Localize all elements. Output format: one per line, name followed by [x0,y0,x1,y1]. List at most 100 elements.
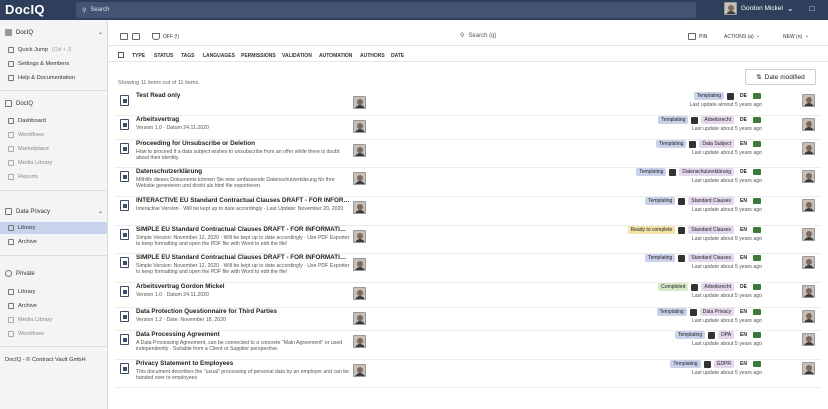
content-search-input[interactable]: ⚲ Search (q) [460,32,497,40]
list-item[interactable]: INTERACTIVE EU Standard Contractual Clau… [115,197,821,226]
document-title[interactable]: Privacy Statement to Employees [136,360,233,367]
edit-icon[interactable] [678,197,686,205]
document-title[interactable]: Proceeding for Unsubscribe or Deletion [136,140,255,147]
sidebar-item-dashboard[interactable]: Dashboard [8,118,104,124]
filter-type[interactable]: TYPE [132,53,145,59]
status-badge[interactable]: Templating [656,140,687,148]
status-badge[interactable]: Templating [693,92,725,100]
sidebar-item-private-media[interactable]: Media Library [8,317,104,323]
document-icon [120,119,129,130]
edit-icon[interactable] [678,254,686,262]
sort-button[interactable]: ⇅ Date modified [745,69,816,85]
status-badge[interactable]: Templating [656,308,687,316]
status-badge[interactable]: Datenschutzerklärung [679,168,735,176]
app-logo[interactable]: DocIQ [5,2,45,17]
status-badge[interactable]: GDPR [713,360,735,368]
list-view-icon[interactable] [120,33,128,40]
status-badge[interactable]: Arbeitsrecht [701,283,735,291]
list-item[interactable]: SIMPLE EU Standard Contractual Clauses D… [115,254,821,283]
list-item[interactable]: Arbeitsvertrag Gordon Mickel Version 1.0 … [115,283,821,308]
document-title[interactable]: Data Protection Questionnaire for Third … [136,308,277,315]
new-button[interactable]: NEW (n) [783,34,802,40]
section-data-privacy[interactable]: Data Privacy ⌄ [5,208,103,215]
document-description: Interactive Version · Will be kept up to… [136,206,344,212]
document-title[interactable]: Arbeitsvertrag Gordon Mickel [136,283,225,290]
filter-date[interactable]: DATE [391,53,404,59]
list-item[interactable]: Datenschutzerklärung Mithilfe dieses Doku… [115,168,821,197]
edit-icon[interactable] [678,226,686,234]
edit-icon[interactable] [689,140,697,148]
sidebar-item-private-library[interactable]: Library [8,289,104,295]
list-item[interactable]: Test Read only Templating DE Last update al… [115,92,821,116]
status-badge[interactable]: Completed [658,283,689,291]
sidebar-item-library[interactable]: Library [0,222,107,234]
actions-button[interactable]: ACTIONS (a) [724,34,754,40]
list-item[interactable]: Privacy Statement to Employees This docum… [115,360,821,388]
list-item[interactable]: Data Protection Questionnaire for Third … [115,308,821,331]
user-menu[interactable]: Gordon Mickel ⌄ □ [724,2,814,15]
document-title[interactable]: SIMPLE EU Standard Contractual Clauses D… [136,254,351,261]
status-badge[interactable]: Templating [658,116,689,124]
sidebar-item-private-workflows[interactable]: Workflows [8,331,104,337]
status-badge[interactable]: Ready to complete [627,226,676,234]
sidebar-item-media-library[interactable]: Media Library [8,160,104,166]
status-badge[interactable]: Templating [674,331,706,339]
sidebar-item-label: Archive [18,239,37,245]
sidebar-item-label: Reports [18,174,38,180]
status-badge[interactable]: DPA [718,331,735,339]
status-badge[interactable]: Templating [645,197,676,205]
edit-icon[interactable] [669,168,677,176]
sidebar-item-reports[interactable]: Reports [8,174,104,180]
status-badge[interactable]: Standard Clauses [688,197,735,205]
global-search-input[interactable]: ⚲ Search [76,2,696,18]
edit-icon[interactable] [708,331,716,339]
list-item[interactable]: SIMPLE EU Standard Contractual Clauses D… [115,226,821,254]
edit-icon[interactable] [727,92,735,100]
grid-view-icon[interactable] [132,33,140,40]
sidebar-item-private-archive[interactable]: Archive [8,303,104,309]
org-switcher[interactable]: DocIQ ⌄ [5,29,103,36]
status-badge[interactable]: Templating [636,168,667,176]
filter-validation[interactable]: VALIDATION [282,53,312,59]
status-badge[interactable]: Arbeitsrecht [701,116,735,124]
status-badge[interactable]: Data Privacy [699,308,735,316]
bell-icon[interactable]: □ [810,4,815,13]
search-placeholder: Search (q) [468,32,497,39]
help-link[interactable]: Help & Documentation [8,75,104,81]
status-badge[interactable]: Templating [645,254,676,262]
edit-icon[interactable] [691,116,699,124]
document-title[interactable]: SIMPLE EU Standard Contractual Clauses D… [136,226,351,233]
filter-automation[interactable]: AUTOMATION [319,53,352,59]
pin-button[interactable]: PIN [699,34,707,40]
document-title[interactable]: Test Read only [136,92,180,99]
filter-permissions[interactable]: PERMISSIONS [241,53,276,59]
edit-icon[interactable] [689,308,697,316]
sidebar-item-marketplace[interactable]: Marketplace [8,146,104,152]
filter-languages[interactable]: LANGUAGES [203,53,235,59]
document-title[interactable]: Arbeitsvertrag [136,116,179,123]
status-badge[interactable]: Templating [670,360,701,368]
filter-status[interactable]: STATUS [154,53,173,59]
sidebar-item-workflows[interactable]: Workflows [8,132,104,138]
section-private[interactable]: Private [5,270,103,277]
avatar [802,199,815,212]
filter-authors[interactable]: AUTHORS [360,53,385,59]
edit-icon[interactable] [691,283,699,291]
list-item[interactable]: Proceeding for Unsubscribe or Deletion Ho… [115,140,821,168]
document-title[interactable]: INTERACTIVE EU Standard Contractual Clau… [136,197,351,204]
quick-jump[interactable]: Quick Jump (Ctrl + J) [8,47,104,53]
list-item[interactable]: Data Processing Agreement A Data Processi… [115,331,821,360]
status-badge[interactable]: Standard Clauses [688,226,735,234]
section-dociq[interactable]: DocIQ [5,100,103,107]
filter-icon[interactable] [152,33,160,40]
document-title[interactable]: Data Processing Agreement [136,331,220,338]
settings-link[interactable]: Settings & Members [8,61,104,67]
filter-toggle[interactable]: OFF (!) [163,34,179,40]
status-badge[interactable]: Data Subject [699,140,735,148]
document-title[interactable]: Datenschutzerklärung [136,168,202,175]
list-item[interactable]: Arbeitsvertrag Version 1.0 · Datum 24.11.… [115,116,821,140]
edit-icon[interactable] [703,360,711,368]
status-badge[interactable]: Standard Clauses [688,254,735,262]
sidebar-item-archive[interactable]: Archive [8,239,104,245]
filter-tags[interactable]: TAGS [181,53,195,59]
